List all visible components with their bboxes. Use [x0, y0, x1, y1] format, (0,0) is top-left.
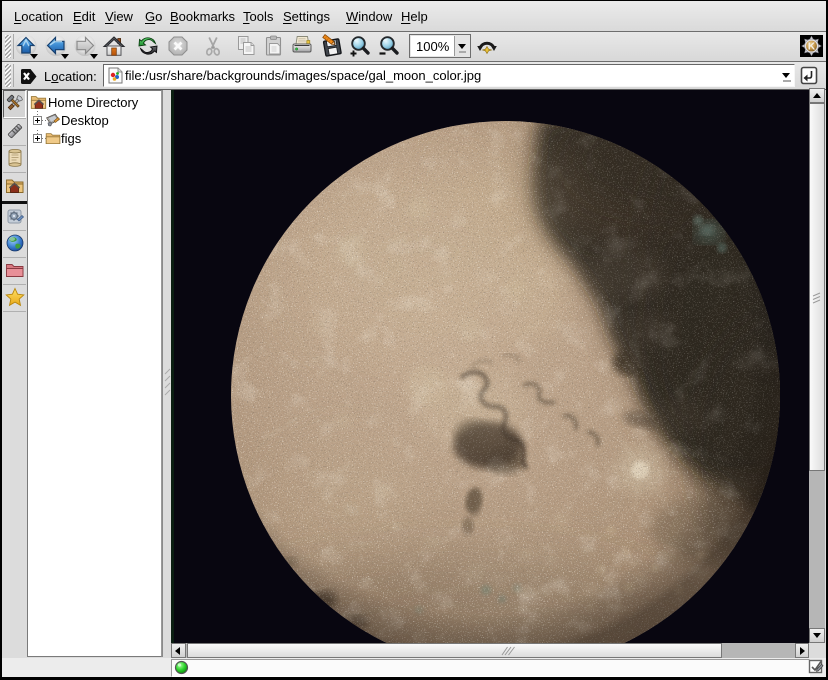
svg-text:K: K	[808, 42, 816, 53]
